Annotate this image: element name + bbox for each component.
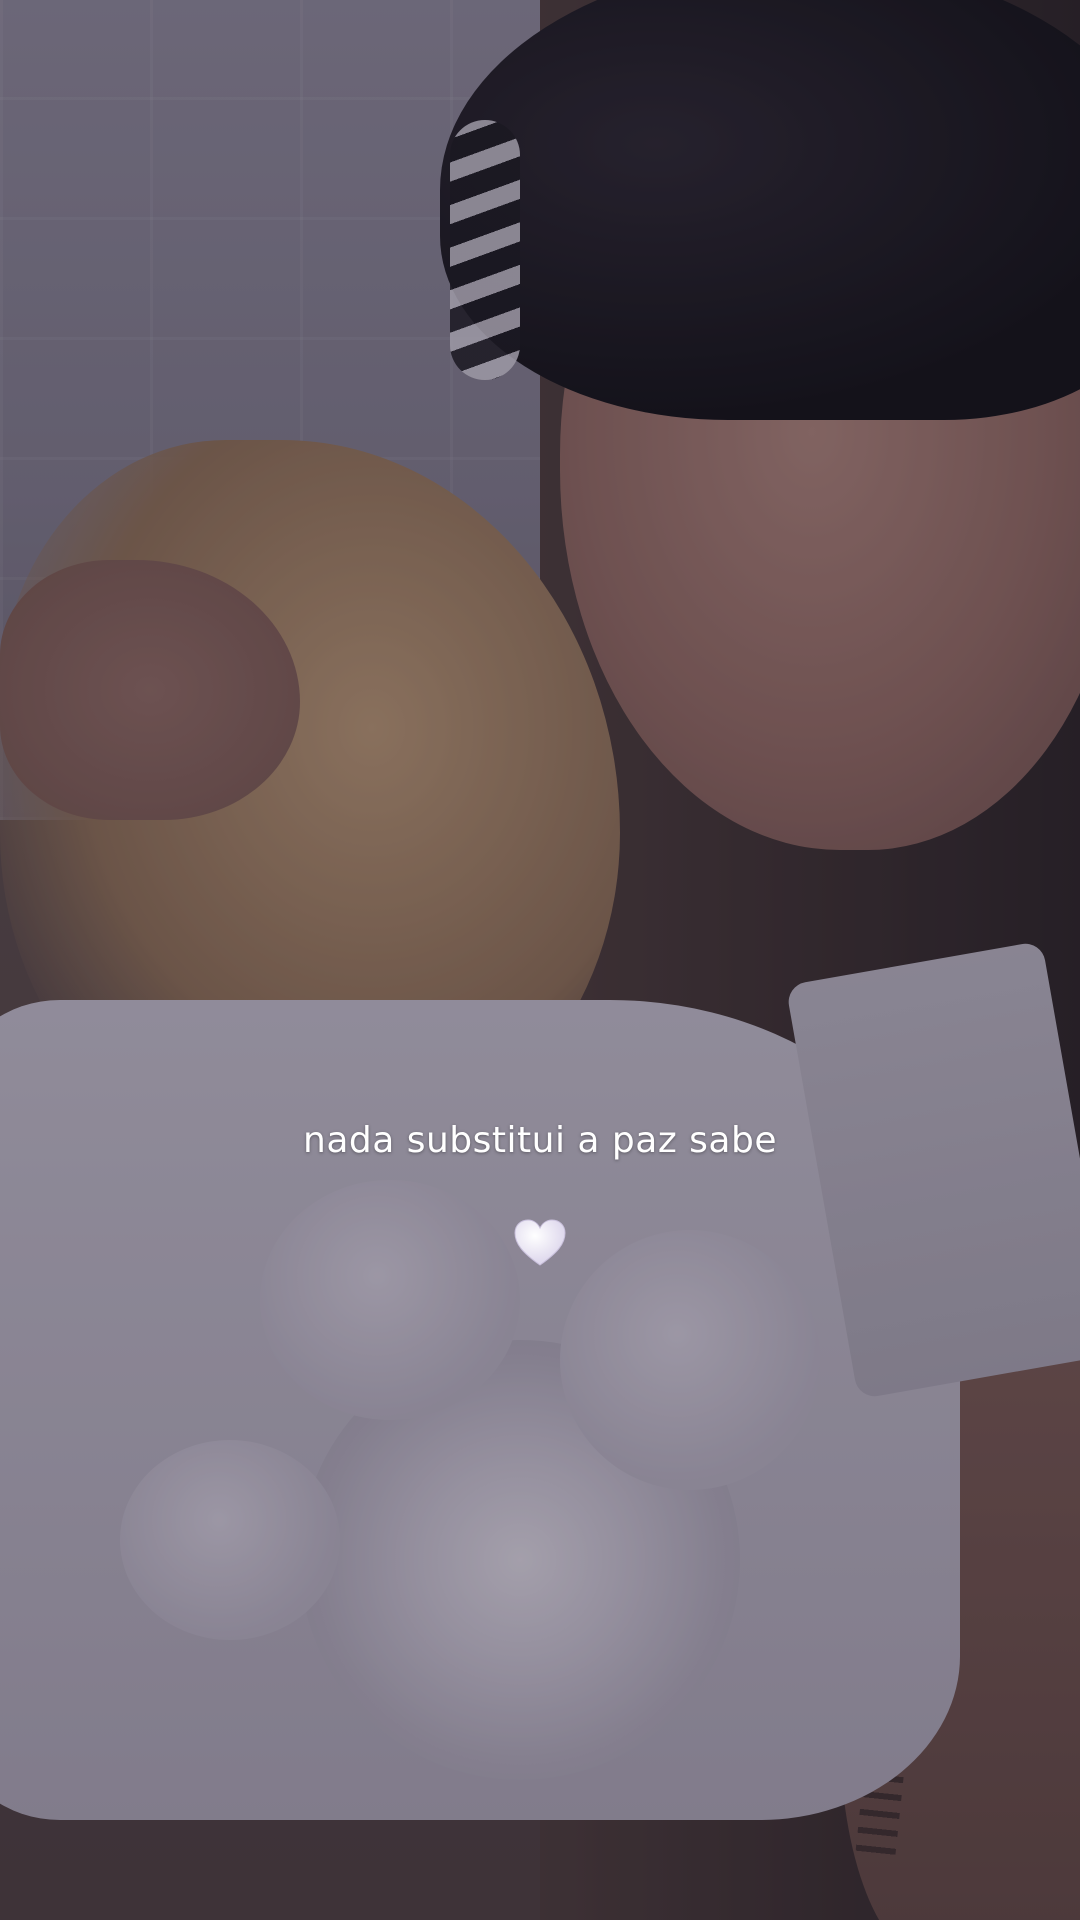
story-viewer[interactable]: nada substitui a paz sabe — [0, 0, 1080, 1920]
story-caption: nada substitui a paz sabe — [303, 1120, 777, 1161]
story-photo — [0, 0, 1080, 1920]
photo-dim-overlay — [0, 0, 1080, 1920]
white-heart-icon — [514, 1219, 566, 1266]
